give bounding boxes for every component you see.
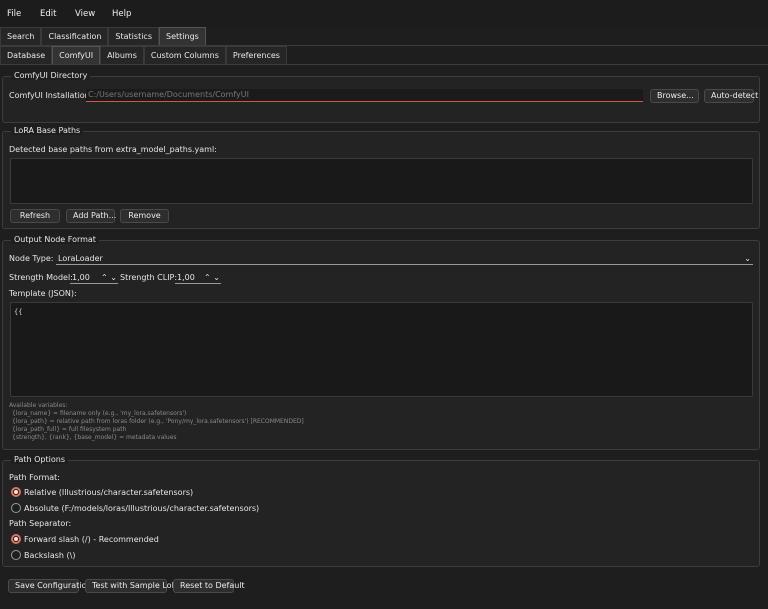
path-options-group: Path Options Path Format: Relative (Illu…: [2, 455, 760, 567]
browse-button[interactable]: Browse...: [650, 89, 699, 103]
menu-edit[interactable]: Edit: [40, 9, 56, 19]
tab-database[interactable]: Database: [0, 46, 53, 65]
tab-comfyui[interactable]: ComfyUI: [52, 46, 101, 65]
strength-model-label: Strength Model:: [9, 273, 73, 282]
variable-line: {lora_path} = relative path from loras f…: [12, 418, 304, 425]
strength-model-value: 1,00: [72, 273, 90, 282]
save-configuration-button[interactable]: Save Configuration: [8, 579, 91, 593]
variable-line: {lora_path_full} = full filesystem path: [12, 426, 127, 433]
forward-slash-label[interactable]: Forward slash (/) - Recommended: [24, 535, 159, 544]
detected-paths-label: Detected base paths from extra_model_pat…: [9, 145, 217, 154]
node-type-value: LoraLoader: [58, 254, 103, 263]
absolute-label[interactable]: Absolute (F:/models/loras/Illustrious/ch…: [24, 504, 259, 513]
auto-detect-button[interactable]: Auto-detect: [704, 89, 758, 103]
group-title: Path Options: [11, 455, 68, 464]
tab-search[interactable]: Search: [0, 27, 42, 46]
forward-slash-radio[interactable]: [11, 534, 21, 544]
install-label: ComfyUI Installation:: [9, 91, 93, 100]
base-paths-list[interactable]: [10, 158, 753, 204]
tab-classification[interactable]: Classification: [41, 27, 109, 46]
group-title: Output Node Format: [11, 235, 99, 244]
settings-tab-bar: Database ComfyUI Albums Custom Columns P…: [0, 46, 287, 65]
absolute-radio[interactable]: [11, 503, 21, 513]
main-tab-bar: Search Classification Statistics Setting…: [0, 27, 206, 46]
strength-model-spinbox[interactable]: 1,00 ⌃ ⌄: [70, 272, 118, 284]
output-node-format-group: Output Node Format Node Type: LoraLoader…: [2, 235, 760, 450]
relative-label[interactable]: Relative (Illustrious/character.safetens…: [24, 488, 193, 497]
template-text: {{: [14, 308, 23, 316]
relative-radio[interactable]: [11, 487, 21, 497]
template-label: Template (JSON):: [9, 289, 77, 298]
node-type-label: Node Type:: [9, 254, 54, 263]
spin-arrows-icon[interactable]: ⌃ ⌄: [204, 272, 220, 283]
variables-title: Available variables:: [9, 402, 68, 409]
refresh-button[interactable]: Refresh: [10, 209, 60, 223]
strength-clip-value: 1,00: [177, 273, 195, 282]
test-sample-lora-button[interactable]: Test with Sample LoRA: [85, 579, 182, 593]
tab-settings[interactable]: Settings: [159, 27, 206, 46]
menu-view[interactable]: View: [75, 9, 95, 19]
tab-custom-columns[interactable]: Custom Columns: [143, 46, 226, 65]
comfyui-path-input[interactable]: C:/Users/username/Documents/ComfyUI: [86, 89, 643, 102]
comfyui-directory-group: ComfyUI Directory ComfyUI Installation: …: [2, 71, 760, 123]
tab-statistics[interactable]: Statistics: [108, 27, 159, 46]
variables-help: Available variables: {lora_name} = filen…: [9, 402, 304, 442]
group-title: ComfyUI Directory: [11, 71, 91, 80]
node-type-select[interactable]: LoraLoader ⌄: [56, 253, 753, 265]
template-editor[interactable]: {{: [10, 302, 753, 397]
add-path-button[interactable]: Add Path...: [66, 209, 116, 223]
strength-clip-label: Strength CLIP:: [120, 273, 178, 282]
menu-bar: File Edit View Help: [0, 0, 768, 27]
backslash-label[interactable]: Backslash (\): [24, 551, 75, 560]
reset-default-button[interactable]: Reset to Default: [173, 579, 245, 593]
menu-help[interactable]: Help: [112, 9, 131, 19]
lora-base-paths-group: LoRA Base Paths Detected base paths from…: [2, 126, 760, 229]
tab-preferences[interactable]: Preferences: [225, 46, 287, 65]
spin-arrows-icon[interactable]: ⌃ ⌄: [101, 272, 117, 283]
chevron-down-icon: ⌄: [744, 254, 751, 263]
variable-line: {strength}, {rank}, {base_model} = metad…: [12, 434, 177, 441]
path-format-label: Path Format:: [9, 473, 61, 482]
backslash-radio[interactable]: [11, 550, 21, 560]
settings-tab-divider: [0, 64, 768, 65]
variable-line: {lora_name} = filename only (e.g., 'my_l…: [12, 410, 187, 417]
menu-file[interactable]: File: [7, 9, 21, 19]
group-title: LoRA Base Paths: [11, 126, 84, 135]
remove-button[interactable]: Remove: [120, 209, 169, 223]
strength-clip-spinbox[interactable]: 1,00 ⌃ ⌄: [175, 272, 221, 284]
tab-albums[interactable]: Albums: [100, 46, 144, 65]
path-separator-label: Path Separator:: [9, 519, 72, 528]
